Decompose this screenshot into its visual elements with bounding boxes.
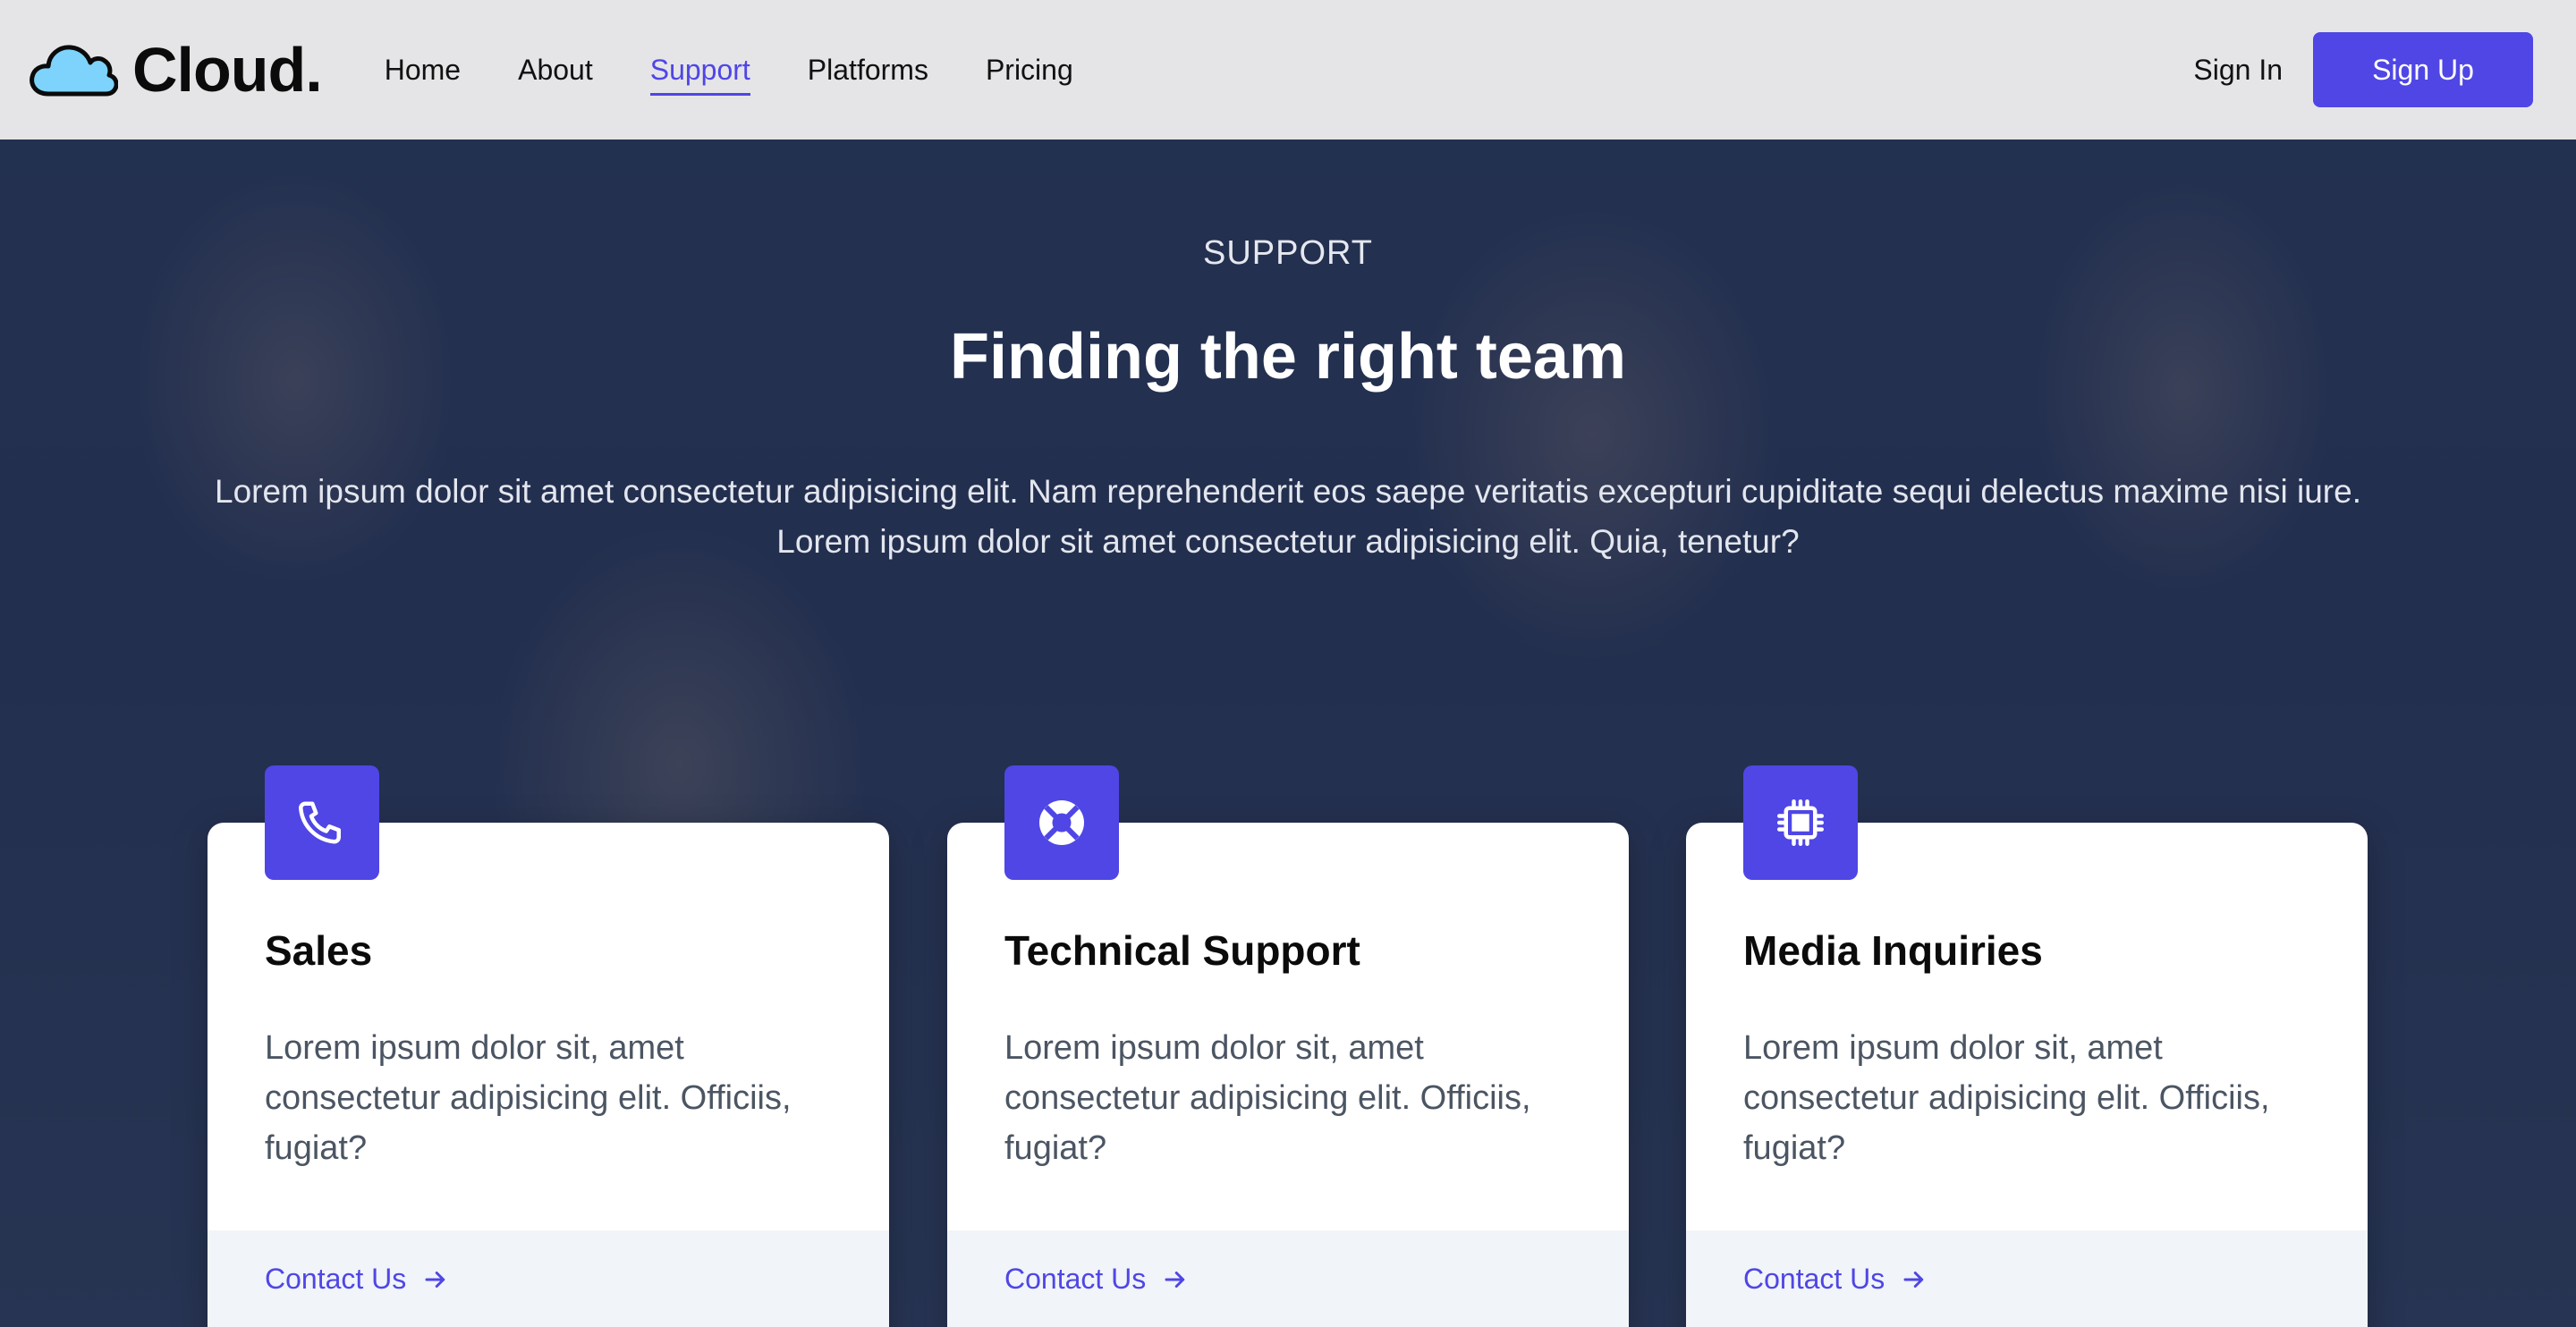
card-description: Lorem ipsum dolor sit, amet consectetur … bbox=[1004, 1029, 1531, 1167]
arrow-right-icon bbox=[1165, 1271, 1185, 1288]
card-description: Lorem ipsum dolor sit, amet consectetur … bbox=[1743, 1029, 2270, 1167]
arrow-right-icon bbox=[1903, 1271, 1924, 1288]
cloud-icon bbox=[30, 45, 118, 97]
nav-home[interactable]: Home bbox=[385, 45, 461, 96]
card-footer: Contact Us bbox=[1686, 1230, 2368, 1327]
contact-us-link[interactable]: Contact Us bbox=[1004, 1263, 1189, 1296]
support-card-technical: Technical Support Lorem ipsum dolor sit,… bbox=[947, 765, 1629, 1327]
card-footer: Contact Us bbox=[208, 1230, 889, 1327]
arrow-right-icon bbox=[425, 1271, 445, 1288]
nav-support[interactable]: Support bbox=[649, 45, 750, 96]
auth-actions: Sign In Sign Up bbox=[2193, 32, 2533, 107]
nav-platforms[interactable]: Platforms bbox=[808, 45, 928, 96]
card-description: Lorem ipsum dolor sit, amet consectetur … bbox=[265, 1029, 792, 1167]
brand-logo[interactable]: Cloud. bbox=[27, 34, 323, 106]
nav-about[interactable]: About bbox=[518, 45, 593, 96]
hero-description: Lorem ipsum dolor sit amet consectetur a… bbox=[215, 473, 2361, 560]
card-icon-badge bbox=[1743, 765, 1858, 880]
support-card-media: Media Inquiries Lorem ipsum dolor sit, a… bbox=[1686, 765, 2368, 1327]
contact-us-label: Contact Us bbox=[1004, 1263, 1147, 1295]
card-icon-badge bbox=[1004, 765, 1119, 880]
main-nav: Home About Support Platforms Pricing bbox=[385, 45, 1073, 96]
card-title: Sales bbox=[265, 927, 373, 974]
top-navbar: Cloud. Home About Support Platforms Pric… bbox=[0, 0, 2576, 139]
card-title: Technical Support bbox=[1004, 927, 1360, 974]
contact-us-label: Contact Us bbox=[1743, 1263, 1885, 1295]
card-footer: Contact Us bbox=[947, 1230, 1629, 1327]
page-title: Finding the right team bbox=[950, 321, 1626, 393]
sign-up-button[interactable]: Sign Up bbox=[2313, 32, 2533, 107]
support-card-sales: Sales Lorem ipsum dolor sit, amet consec… bbox=[208, 765, 889, 1327]
section-eyebrow: SUPPORT bbox=[1202, 234, 1373, 272]
lifebuoy-icon bbox=[1039, 800, 1084, 845]
contact-us-link[interactable]: Contact Us bbox=[1743, 1263, 1928, 1296]
nav-pricing[interactable]: Pricing bbox=[986, 45, 1073, 96]
phone-icon bbox=[299, 801, 341, 844]
card-icon-badge bbox=[265, 765, 379, 880]
card-title: Media Inquiries bbox=[1743, 927, 2043, 974]
contact-us-label: Contact Us bbox=[265, 1263, 407, 1295]
chip-icon bbox=[1777, 799, 1824, 846]
contact-us-link[interactable]: Contact Us bbox=[265, 1263, 449, 1296]
sign-in-link[interactable]: Sign In bbox=[2193, 54, 2283, 87]
brand-name: Cloud. bbox=[132, 35, 323, 105]
